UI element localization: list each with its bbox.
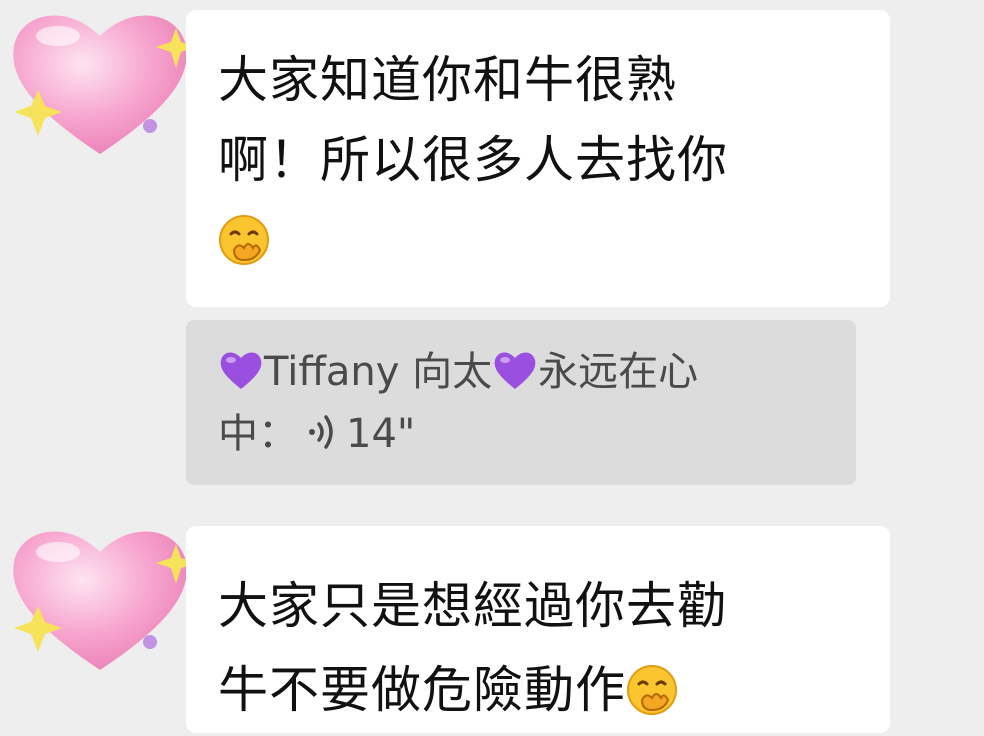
quote-sender-name-end: 中： [218, 411, 298, 457]
pink-heart-sparkle-icon [13, 15, 196, 155]
avatar[interactable] [0, 510, 200, 680]
avatar[interactable] [0, 0, 200, 164]
quoted-voice-message[interactable]: Tiffany 向太 永远在心 中： 14" [186, 320, 856, 485]
voice-wave-icon [302, 411, 342, 453]
message-text: 啊！所以很多人去找你 [218, 131, 728, 189]
message-text: 大家知道你和牛很熟 [218, 51, 677, 109]
quote-sender-name: Tiffany 向太 [264, 349, 493, 395]
message-bubble[interactable]: 大家知道你和牛很熟 啊！所以很多人去找你 [186, 10, 890, 307]
message-text: 牛不要做危險動作 [218, 661, 626, 719]
message-text: 大家只是想經過你去勸 [218, 577, 728, 635]
purple-heart-icon [218, 349, 264, 391]
message-bubble[interactable]: 大家只是想經過你去勸 牛不要做危險動作 [186, 526, 890, 733]
purple-heart-icon [492, 349, 538, 391]
quote-sender-name-suffix: 永远在心 [538, 349, 699, 395]
hand-over-mouth-emoji-icon [218, 214, 270, 266]
hand-over-mouth-emoji-icon [626, 664, 678, 716]
voice-duration: 14" [346, 411, 416, 457]
pink-heart-sparkle-icon [13, 531, 196, 670]
